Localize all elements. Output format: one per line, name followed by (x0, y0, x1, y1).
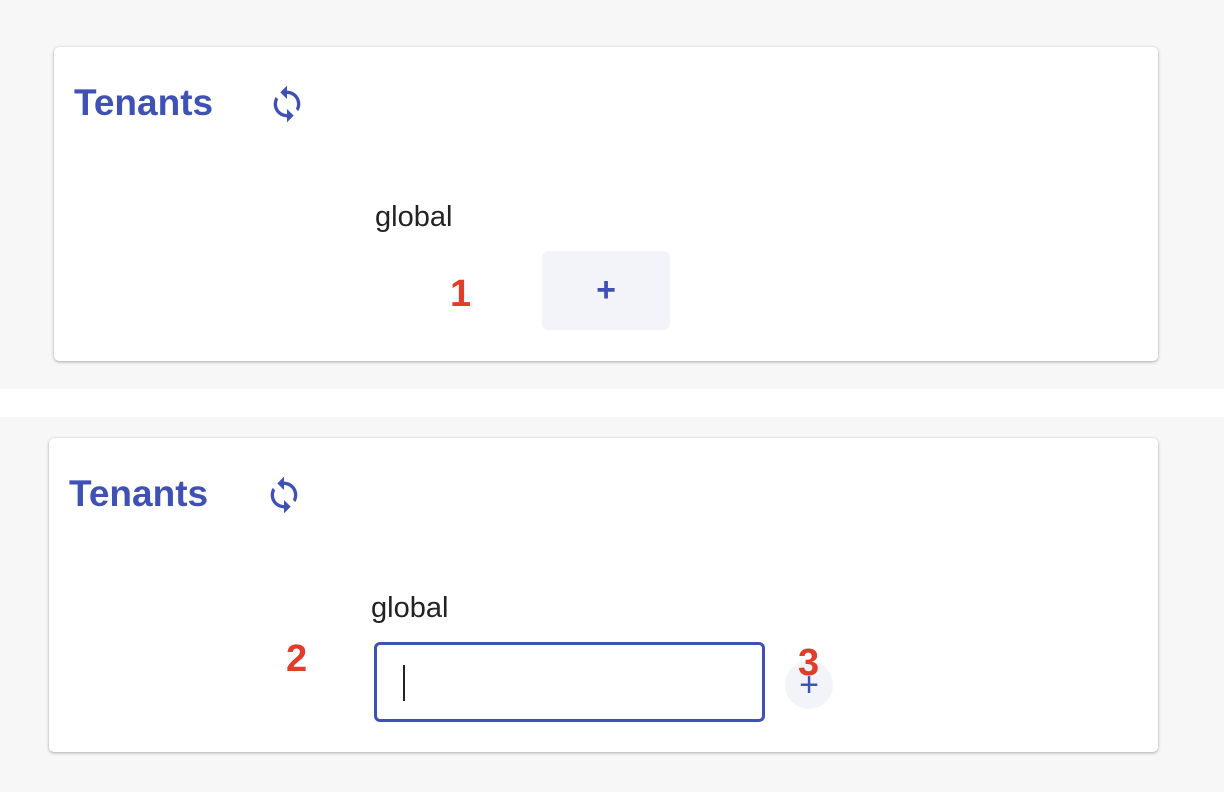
refresh-icon[interactable] (266, 83, 308, 125)
tenant-label-global: global (375, 201, 453, 233)
panel-before: Tenants global + 1 (0, 0, 1224, 389)
tenants-card: Tenants global + (49, 438, 1158, 752)
tenants-title: Tenants (74, 82, 214, 123)
new-tenant-input[interactable] (374, 642, 765, 722)
tenant-label-global: global (371, 592, 449, 624)
annotation-marker-1: 1 (450, 273, 472, 315)
tenants-title: Tenants (69, 473, 209, 514)
tenants-card: Tenants global + (54, 47, 1158, 361)
panel-after: Tenants global + 2 3 (0, 417, 1224, 792)
text-caret (403, 665, 405, 701)
add-tenant-button[interactable]: + (542, 251, 670, 330)
refresh-icon[interactable] (263, 474, 305, 516)
annotation-marker-2: 2 (286, 638, 308, 680)
annotation-marker-3: 3 (798, 642, 820, 684)
